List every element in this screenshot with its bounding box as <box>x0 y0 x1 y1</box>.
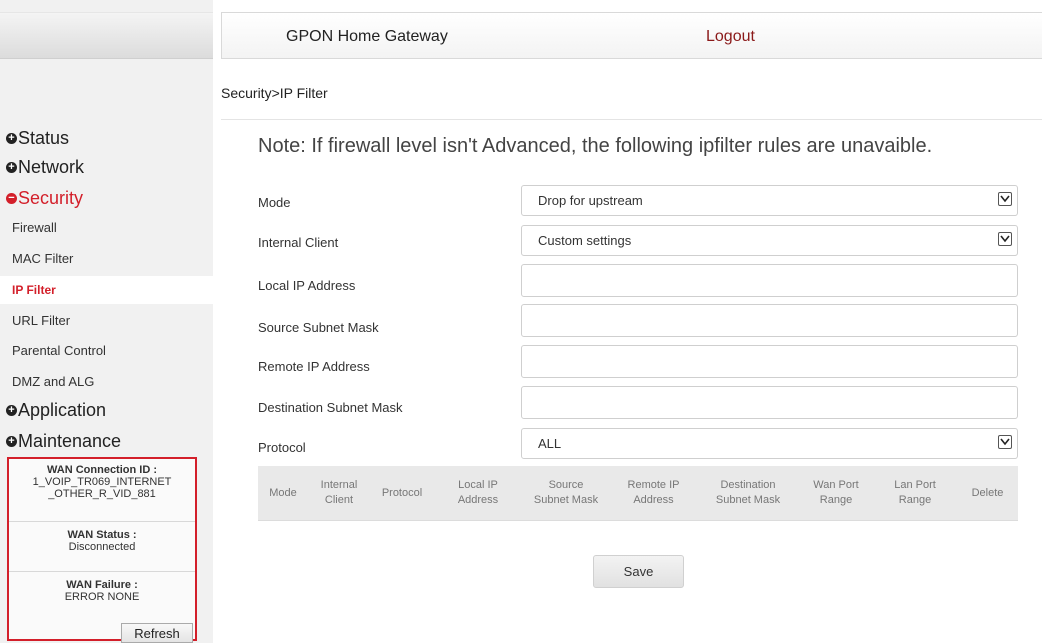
menu-security[interactable]: − Security <box>6 188 83 209</box>
logo-bar <box>0 12 213 59</box>
wan-connection-id-value-2: _OTHER_R_VID_881 <box>48 488 156 500</box>
column-header-lan-port-range: Lan Port Range <box>873 466 957 520</box>
plus-icon: + <box>6 162 17 173</box>
breadcrumb: Security>IP Filter <box>221 85 328 101</box>
column-header-text-line: Lan Port <box>894 479 936 491</box>
column-header-text: Source Subnet Mask <box>534 478 598 508</box>
local-ip-input[interactable] <box>521 264 1018 297</box>
column-header-text-line: Wan Port <box>813 479 859 491</box>
refresh-button[interactable]: Refresh <box>121 623 193 643</box>
sidebar-item-ip-filter[interactable]: IP Filter <box>12 283 56 297</box>
column-header-text-line: Source <box>548 479 584 491</box>
mode-select-value: Drop for upstream <box>538 193 643 208</box>
menu-status[interactable]: + Status <box>6 128 69 149</box>
column-header-text: Local IP Address <box>458 478 498 508</box>
menu-application[interactable]: + Application <box>6 400 106 421</box>
sidebar-item-mac-filter[interactable]: MAC Filter <box>12 251 73 266</box>
plus-icon: + <box>6 405 17 416</box>
wan-status-value: Disconnected <box>68 541 136 553</box>
wan-info-box: WAN Connection ID : 1_VOIP_TR069_INTERNE… <box>7 457 197 643</box>
column-header-text-line: Subnet Mask <box>533 494 599 506</box>
app-title: GPON Home Gateway <box>286 28 448 45</box>
destination-subnet-mask-input[interactable] <box>521 386 1018 419</box>
plus-icon: + <box>6 133 17 144</box>
wan-failure-label: WAN Failure : <box>66 579 138 591</box>
column-header-mode-label: Mode <box>269 486 297 499</box>
sidebar: + Status + Network − Security Firewall M… <box>0 0 213 643</box>
column-header-mode: Mode <box>258 466 308 520</box>
menu-security-label: Security <box>18 188 84 208</box>
wan-connection-id: WAN Connection ID : 1_VOIP_TR069_INTERNE… <box>9 464 195 500</box>
menu-network[interactable]: + Network <box>6 157 84 178</box>
column-header-destination-subnet-mask: Destination Subnet Mask <box>697 466 799 520</box>
column-header-text-line: Range <box>898 494 932 506</box>
internal-client-label: Internal Client <box>258 235 339 250</box>
column-header-delete-label: Delete <box>971 486 1004 499</box>
header-bar: GPON Home Gateway Logout <box>221 12 1042 59</box>
divider <box>9 571 195 572</box>
sidebar-item-url-filter[interactable]: URL Filter <box>12 313 70 328</box>
divider <box>9 521 195 522</box>
mode-select[interactable]: Drop for upstream <box>521 185 1018 216</box>
local-ip-label: Local IP Address <box>258 278 356 293</box>
menu-status-label: Status <box>18 128 70 148</box>
chevron-down-icon <box>998 435 1012 449</box>
column-header-local-ip: Local IP Address <box>434 466 522 520</box>
column-header-text-line: Client <box>324 494 354 506</box>
internal-client-select[interactable]: Custom settings <box>521 225 1018 256</box>
mode-label: Mode <box>258 195 291 210</box>
sidebar-item-dmz-alg[interactable]: DMZ and ALG <box>12 374 94 389</box>
column-header-text-line: Range <box>819 494 853 506</box>
column-header-text-line: Subnet Mask <box>715 494 781 506</box>
wan-connection-id-value-1: 1_VOIP_TR069_INTERNET <box>32 476 172 488</box>
sidebar-item-parental-control[interactable]: Parental Control <box>12 343 106 358</box>
column-header-text: Destination Subnet Mask <box>716 478 780 508</box>
menu-maintenance-label: Maintenance <box>18 431 122 451</box>
column-header-protocol: Protocol <box>370 466 434 520</box>
wan-status: WAN Status : Disconnected <box>9 529 195 553</box>
column-header-wan-port-range: Wan Port Range <box>799 466 873 520</box>
column-header-text: Lan Port Range <box>894 478 936 508</box>
protocol-select[interactable]: ALL <box>521 428 1018 459</box>
column-header-remote-ip: Remote IP Address <box>610 466 697 520</box>
ip-filter-rules-table: Mode Internal Client Protocol Local IP Add… <box>258 466 1018 521</box>
menu-network-label: Network <box>18 157 85 177</box>
chevron-down-icon <box>998 192 1012 206</box>
protocol-select-value: ALL <box>538 436 562 451</box>
column-header-delete: Delete <box>957 466 1018 520</box>
column-header-text-line: Destination <box>720 479 776 491</box>
remote-ip-label: Remote IP Address <box>258 359 370 374</box>
source-subnet-mask-label: Source Subnet Mask <box>258 320 379 335</box>
divider <box>221 119 1042 120</box>
column-header-text-line: Address <box>633 494 674 506</box>
column-header-protocol-label: Protocol <box>381 486 423 499</box>
column-header-text-line: Local IP <box>458 479 498 491</box>
plus-icon: + <box>6 436 17 447</box>
menu-maintenance[interactable]: + Maintenance <box>6 431 121 452</box>
remote-ip-input[interactable] <box>521 345 1018 378</box>
internal-client-select-value: Custom settings <box>538 233 632 248</box>
source-subnet-mask-input[interactable] <box>521 304 1018 337</box>
wan-connection-id-label: WAN Connection ID : <box>47 464 157 476</box>
chevron-down-icon <box>998 232 1012 246</box>
minus-icon: − <box>6 193 17 204</box>
column-header-source-subnet-mask: Source Subnet Mask <box>522 466 610 520</box>
destination-subnet-mask-label: Destination Subnet Mask <box>258 400 403 415</box>
sidebar-item-firewall[interactable]: Firewall <box>12 220 57 235</box>
protocol-label: Protocol <box>258 440 306 455</box>
save-button[interactable]: Save <box>593 555 684 588</box>
column-header-text-line: Address <box>457 494 499 506</box>
wan-failure: WAN Failure : ERROR NONE <box>9 579 195 603</box>
column-header-text-line: Remote IP <box>627 479 680 491</box>
wan-failure-value: ERROR NONE <box>64 591 140 603</box>
firewall-note: Note: If firewall level isn't Advanced, … <box>258 135 933 157</box>
column-header-text-line: Internal <box>320 479 358 491</box>
menu-application-label: Application <box>18 400 107 420</box>
column-header-text: Wan Port Range <box>813 478 858 508</box>
column-header-text: Remote IP Address <box>628 478 680 508</box>
column-header-text: Internal Client <box>321 478 358 508</box>
logout-link[interactable]: Logout <box>706 28 755 46</box>
column-header-internal-client: Internal Client <box>308 466 370 520</box>
wan-status-label: WAN Status : <box>67 529 137 541</box>
